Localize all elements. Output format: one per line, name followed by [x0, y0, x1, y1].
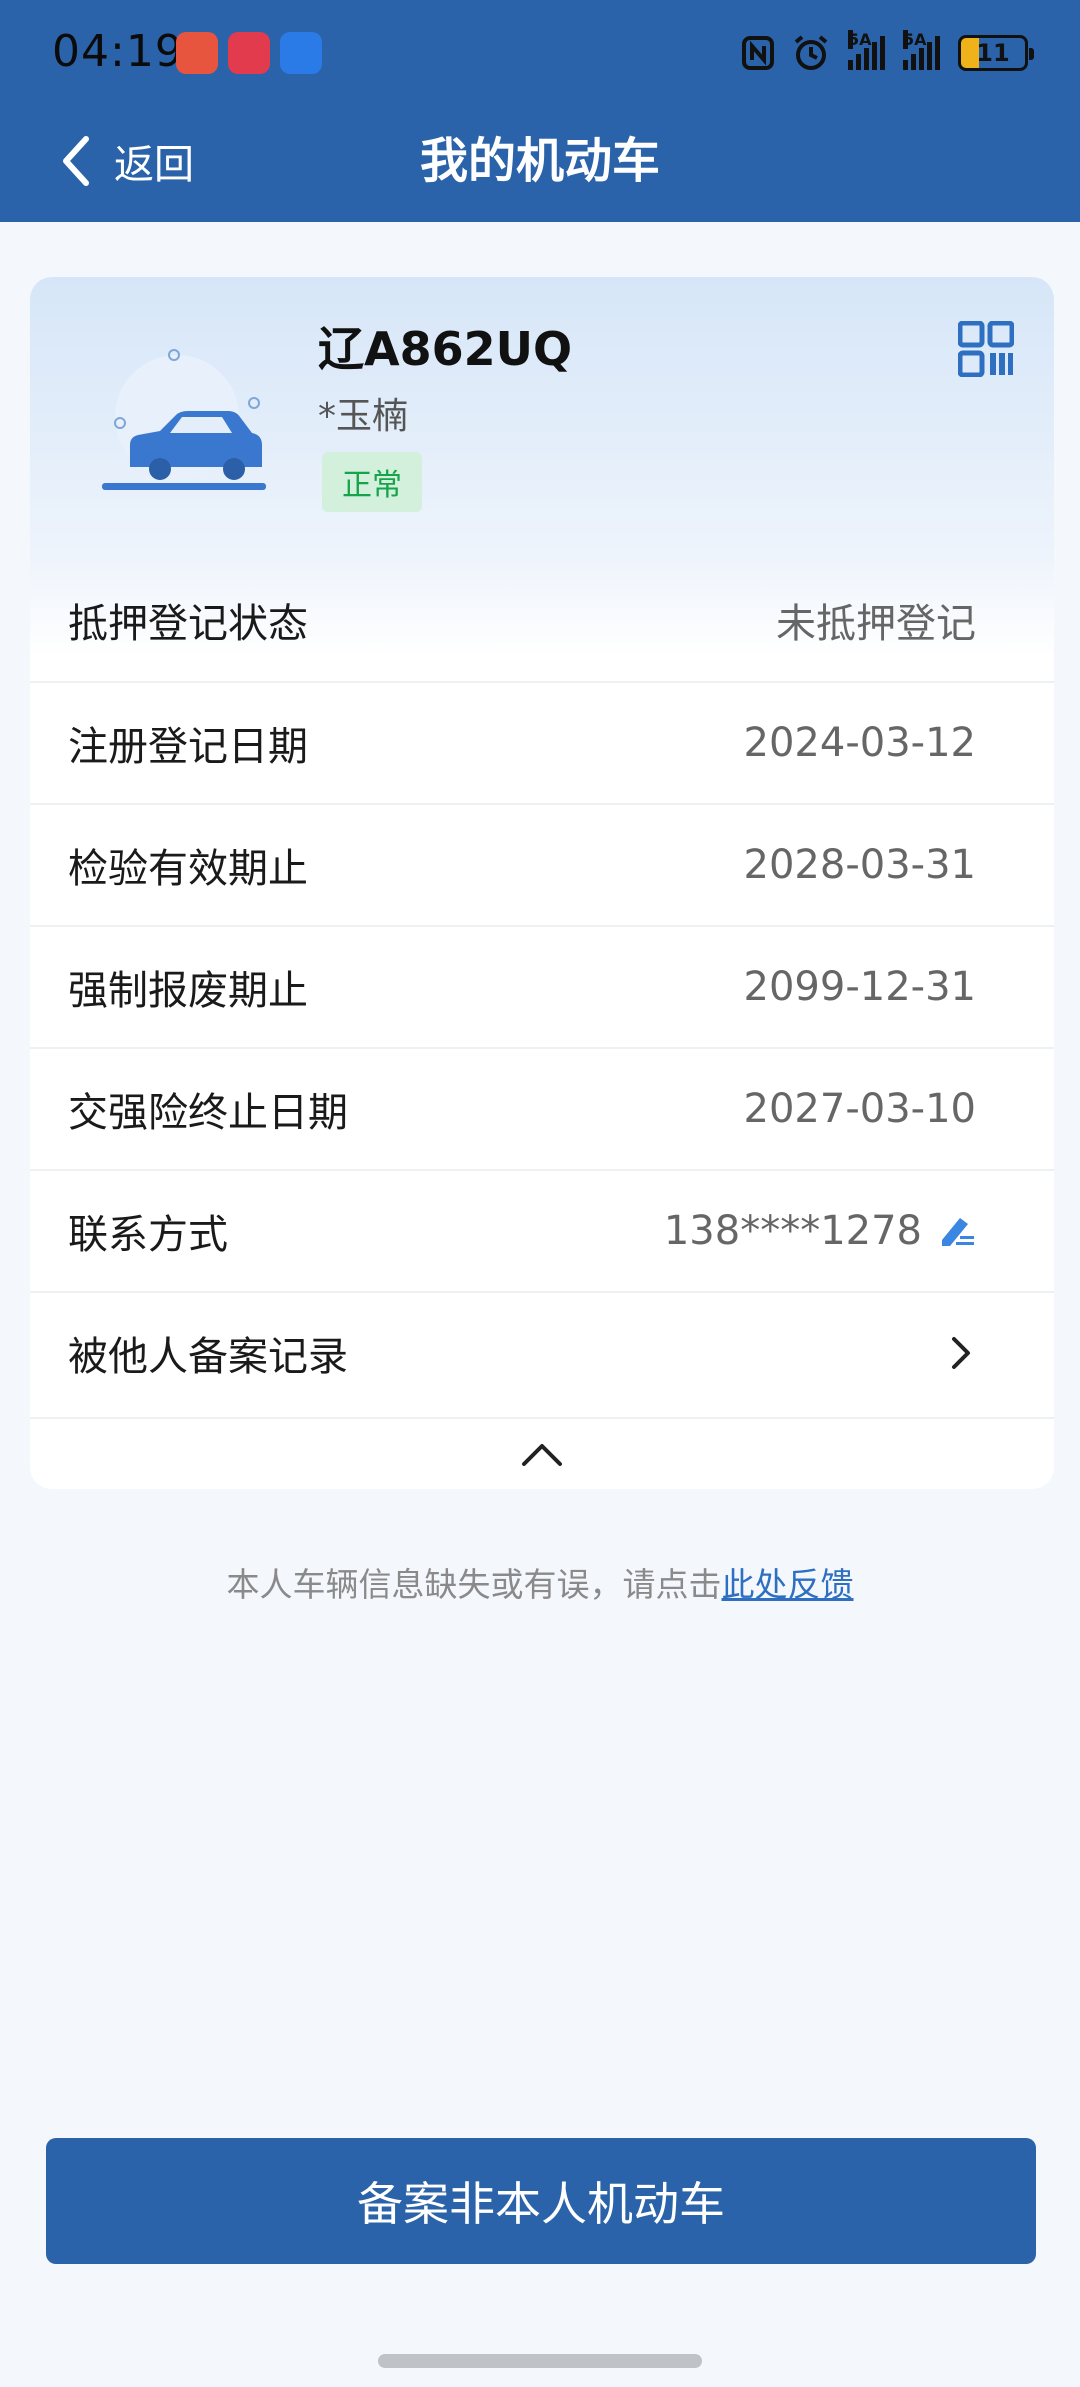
row-value: 2099-12-31: [743, 964, 976, 1010]
row-label: 被他人备案记录: [68, 1334, 348, 1380]
info-row-scrap-date: 强制报废期止 2099-12-31: [30, 925, 1054, 1047]
edit-icon[interactable]: [936, 1212, 976, 1250]
row-label: 交强险终止日期: [68, 1090, 348, 1136]
signal-2-label: 5A: [903, 30, 927, 49]
info-row-filing-records[interactable]: 被他人备案记录: [30, 1291, 1054, 1413]
battery-icon: 11: [958, 35, 1034, 71]
chevron-right-icon: [952, 1337, 970, 1369]
row-label: 检验有效期止: [68, 846, 308, 892]
vehicle-summary: 辽A862UQ *玉楠 正常: [30, 277, 1054, 559]
qr-code-icon[interactable]: [958, 321, 1014, 377]
nfc-icon: [742, 36, 774, 70]
row-value: 2027-03-10: [743, 1086, 976, 1132]
status-bar: 04:19 5A 5A 11: [0, 0, 1080, 104]
row-value: 2028-03-31: [743, 842, 976, 888]
top-header: 04:19 5A 5A 11 返回 我的机动车: [0, 0, 1080, 222]
nav-bar: 返回 我的机动车: [0, 104, 1080, 222]
feedback-text: 本人车辆信息缺失或有误，请点击: [226, 1565, 722, 1604]
alarm-icon: [794, 35, 828, 70]
home-indicator[interactable]: [378, 2354, 702, 2368]
owner-name: *玉楠: [318, 396, 409, 437]
car-icon: [102, 349, 266, 490]
signal-2-icon: 5A: [903, 30, 940, 70]
feedback-note: 本人车辆信息缺失或有误，请点击此处反馈: [0, 1558, 1080, 1606]
status-icons: 5A 5A 11: [742, 28, 1034, 78]
row-label: 强制报废期止: [68, 968, 308, 1014]
info-row-registration-date: 注册登记日期 2024-03-12: [30, 681, 1054, 803]
info-row-contact: 联系方式 138****1278: [30, 1169, 1054, 1291]
signal-1-label: 5A: [848, 30, 872, 49]
status-badge: 正常: [322, 452, 422, 512]
info-row-inspection-expiry: 检验有效期止 2028-03-31: [30, 803, 1054, 925]
row-label: 联系方式: [68, 1212, 228, 1258]
signal-1-icon: 5A: [848, 30, 885, 70]
feedback-link[interactable]: 此处反馈: [722, 1565, 854, 1604]
register-other-vehicle-button[interactable]: 备案非本人机动车: [46, 2138, 1036, 2264]
notification-message-icon: [280, 32, 322, 74]
row-value-contact: 138****1278: [664, 1208, 976, 1254]
vehicle-card: 辽A862UQ *玉楠 正常 抵押登记状态 未抵押登记 注册登记日期 2024-…: [30, 277, 1054, 1489]
row-value: 2024-03-12: [743, 720, 976, 766]
plate-number: 辽A862UQ: [318, 322, 573, 376]
notification-book-icon: [228, 32, 270, 74]
collapse-toggle[interactable]: [30, 1417, 1054, 1489]
status-time: 04:19: [52, 26, 184, 77]
notification-app-icon: [176, 32, 218, 74]
row-value: 未抵押登记: [776, 601, 976, 647]
phone-number: 138****1278: [663, 1208, 922, 1254]
chevron-up-icon: [522, 1444, 562, 1466]
info-row-mortgage: 抵押登记状态 未抵押登记: [30, 559, 1054, 681]
page-title: 我的机动车: [419, 133, 660, 189]
row-label: 注册登记日期: [68, 724, 308, 770]
row-label: 抵押登记状态: [68, 601, 308, 647]
info-row-insurance-expiry: 交强险终止日期 2027-03-10: [30, 1047, 1054, 1169]
